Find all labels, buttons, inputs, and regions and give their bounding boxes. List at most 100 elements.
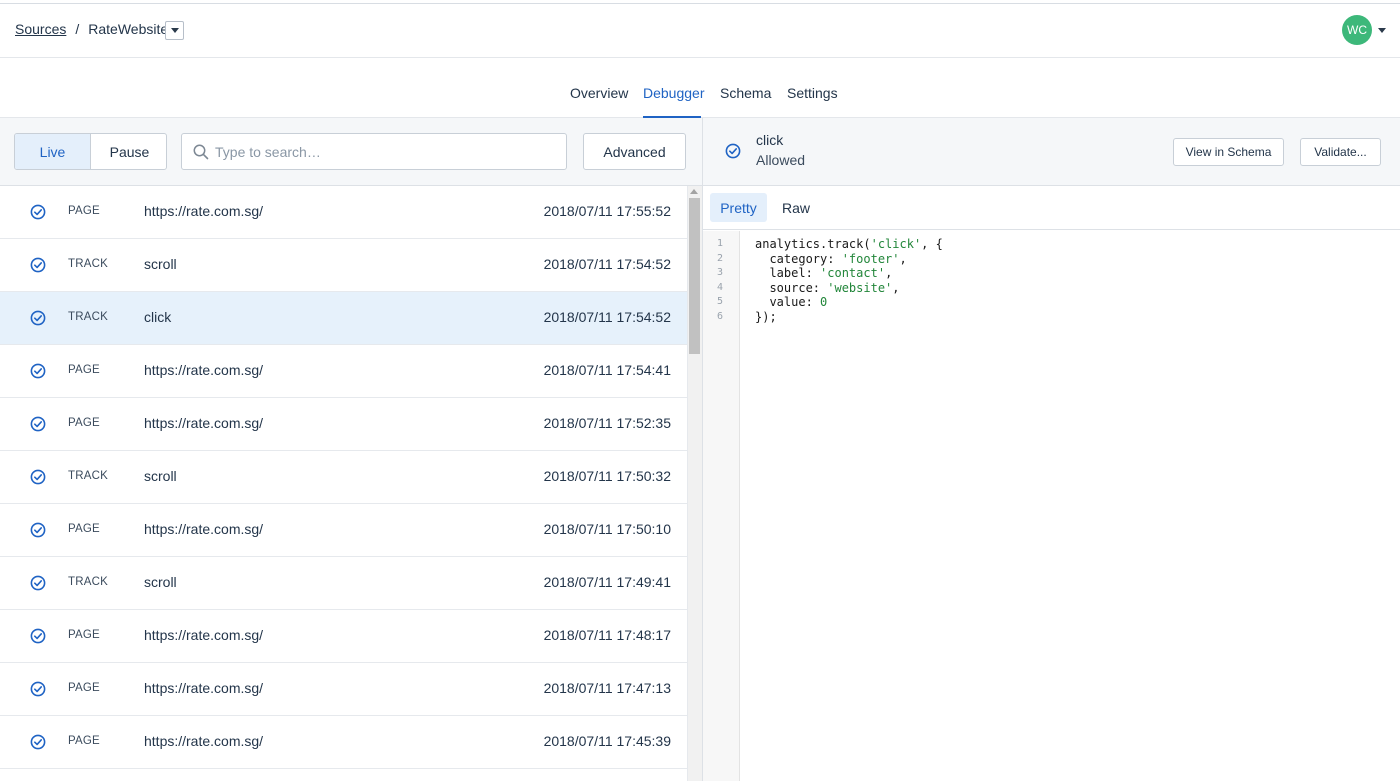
event-row[interactable]: PAGE https://rate.com.sg/2018/07/11 17:55… [0, 186, 687, 239]
line-number-gutter: 1 2 3 4 5 6 [703, 231, 740, 781]
event-name: https://rate.com.sg/ [144, 415, 264, 431]
event-type: TRACK [68, 258, 108, 270]
line-number: 2 [716, 252, 723, 264]
event-list: PAGE https://rate.com.sg/2018/07/11 17:55… [0, 186, 687, 781]
validate-button[interactable]: Validate... [1300, 138, 1381, 166]
event-type: TRACK [68, 576, 108, 588]
check-circle-icon [30, 257, 46, 273]
event-timestamp: 2018/07/11 17:54:52 [543, 309, 671, 325]
event-timestamp: 2018/07/11 17:54:41 [543, 362, 671, 378]
event-name: https://rate.com.sg/ [144, 627, 264, 643]
code-line: category: 'footer', [755, 251, 907, 266]
line-number: 4 [716, 281, 723, 293]
user-menu-caret[interactable] [1378, 28, 1386, 33]
event-type: PAGE [68, 205, 100, 217]
caret-down-icon [170, 28, 179, 33]
event-name: scroll [144, 256, 177, 272]
event-row[interactable]: TRACK scroll 2018/07/11 17:49:41 [0, 557, 687, 610]
event-name: scroll [144, 468, 177, 484]
event-type: PAGE [68, 523, 100, 535]
event-type: PAGE [68, 735, 100, 747]
event-row[interactable]: PAGE https://rate.com.sg/2018/07/11 17:45… [0, 716, 687, 769]
code-line: value: 0 [755, 295, 828, 309]
code-line: source: 'website', [755, 280, 900, 295]
tab-schema[interactable]: Schema [720, 85, 771, 101]
check-circle-icon [725, 143, 741, 159]
event-detail-header: click Allowed View in Schema Validate... [703, 118, 1400, 186]
pause-button[interactable]: Pause [92, 134, 166, 169]
event-type: PAGE [68, 364, 100, 376]
tab-raw[interactable]: Raw [773, 193, 819, 222]
code-line: label: 'contact', [755, 266, 893, 280]
tab-bar: Overview Debugger Schema Settings [0, 59, 1400, 118]
event-name: https://rate.com.sg/ [144, 733, 264, 749]
avatar-initials: WC [1347, 23, 1367, 37]
line-number: 5 [716, 296, 723, 307]
event-timestamp: 2018/07/11 17:45:39 [543, 733, 671, 749]
check-circle-icon [30, 522, 46, 538]
code-line: analytics.track('click', { [755, 237, 943, 251]
tab-debugger[interactable]: Debugger [643, 85, 705, 101]
event-row[interactable]: PAGE https://rate.com.sg/2018/07/11 17:52… [0, 398, 687, 451]
event-timestamp: 2018/07/11 17:52:35 [543, 415, 671, 431]
live-button[interactable]: Live [15, 134, 91, 169]
line-number: 3 [716, 267, 723, 278]
scrollbar-thumb[interactable] [689, 198, 700, 354]
tab-settings[interactable]: Settings [787, 85, 838, 101]
caret-down-icon [1378, 28, 1386, 33]
search-box [181, 133, 567, 170]
avatar[interactable]: WC [1342, 15, 1372, 45]
event-timestamp: 2018/07/11 17:48:17 [543, 627, 671, 643]
format-tabs: Pretty Raw [703, 186, 1400, 230]
tab-overview[interactable]: Overview [570, 85, 628, 101]
scroll-up-arrow-icon[interactable] [690, 189, 698, 194]
advanced-button[interactable]: Advanced [583, 133, 686, 170]
line-number: 1 [716, 238, 723, 249]
event-row[interactable]: TRACK scroll 2018/07/11 17:50:32 [0, 451, 687, 504]
search-input[interactable] [215, 134, 555, 169]
check-circle-icon [30, 628, 46, 644]
event-name: https://rate.com.sg/ [144, 203, 264, 219]
event-name: https://rate.com.sg/ [144, 362, 264, 378]
event-row[interactable]: PAGE https://rate.com.sg/2018/07/11 17:47… [0, 663, 687, 716]
event-detail-name: click [756, 132, 784, 148]
check-circle-icon [30, 416, 46, 432]
header: Sources / RateWebsite WC [0, 4, 1400, 58]
check-circle-icon [30, 734, 46, 750]
event-type: PAGE [68, 682, 100, 694]
live-pause-toggle: Live Pause [14, 133, 167, 170]
event-timestamp: 2018/07/11 17:49:41 [543, 574, 671, 590]
event-type: PAGE [68, 417, 100, 429]
check-circle-icon [30, 363, 46, 379]
event-timestamp: 2018/07/11 17:55:52 [543, 203, 671, 219]
view-in-schema-button[interactable]: View in Schema [1173, 138, 1284, 166]
check-circle-icon [30, 310, 46, 326]
breadcrumb-separator: / [75, 21, 80, 37]
event-timestamp: 2018/07/11 17:54:52 [543, 256, 671, 272]
line-number: 6 [716, 310, 723, 322]
tab-pretty[interactable]: Pretty [710, 193, 767, 222]
event-detail-status: Allowed [756, 152, 806, 168]
event-type: TRACK [68, 311, 108, 323]
event-name: https://rate.com.sg/ [144, 680, 264, 696]
event-timestamp: 2018/07/11 17:50:10 [543, 521, 671, 537]
event-name: https://rate.com.sg/ [144, 521, 264, 537]
event-row[interactable]: TRACK click 2018/07/11 17:54:52 [0, 292, 687, 345]
event-row[interactable]: PAGE https://rate.com.sg/2018/07/11 17:54… [0, 345, 687, 398]
event-name: click [144, 309, 172, 325]
event-row[interactable]: PAGE https://rate.com.sg/2018/07/11 17:48… [0, 610, 687, 663]
check-circle-icon [30, 204, 46, 220]
event-row[interactable]: PAGE https://rate.com.sg/2018/07/11 17:50… [0, 504, 687, 557]
search-icon [193, 144, 209, 160]
source-dropdown-button[interactable] [165, 21, 184, 40]
breadcrumb-sources-link[interactable]: Sources [15, 21, 66, 37]
breadcrumb: Sources / RateWebsite [15, 21, 168, 37]
event-type: TRACK [68, 470, 108, 482]
check-circle-icon [30, 469, 46, 485]
debugger-toolbar: Live Pause Advanced [0, 118, 702, 186]
event-timestamp: 2018/07/11 17:47:13 [543, 680, 671, 696]
event-row[interactable]: TRACK scroll 2018/07/11 17:54:52 [0, 239, 687, 292]
check-circle-icon [30, 575, 46, 591]
breadcrumb-current: RateWebsite [88, 21, 169, 37]
event-timestamp: 2018/07/11 17:50:32 [543, 468, 671, 484]
